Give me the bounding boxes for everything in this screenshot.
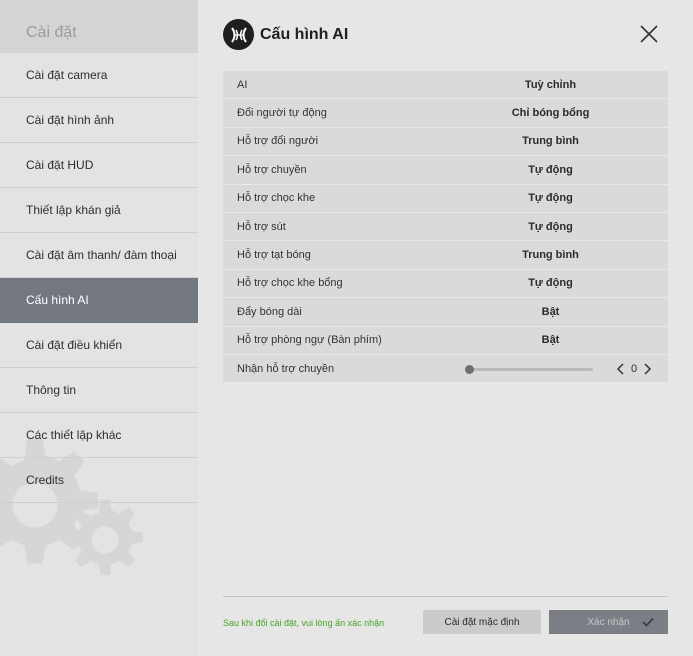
- setting-row-cross-assist: Hỗ trợ tạt bóng Trung bình: [223, 241, 668, 270]
- setting-row-long-push: Đẩy bóng dài Bật: [223, 298, 668, 327]
- setting-row-switch-assist: Hỗ trợ đổi người Trung bình: [223, 127, 668, 157]
- stepper-value: 0: [630, 362, 638, 375]
- sidebar-item-info[interactable]: Thông tin: [0, 368, 198, 413]
- sidebar-item-label: Thiết lập khán giả: [26, 203, 121, 217]
- default-settings-button[interactable]: Cài đặt mặc định: [423, 610, 541, 634]
- setting-row-pass-assist: Hỗ trợ chuyền Tự động: [223, 156, 668, 185]
- sidebar-item-credits[interactable]: Credits: [0, 458, 198, 503]
- page-title: Cấu hình AI: [260, 25, 349, 43]
- setting-label: Hỗ trợ chuyền: [237, 163, 307, 176]
- setting-label: Đẩy bóng dài: [237, 305, 302, 318]
- setting-label: AI: [237, 78, 248, 91]
- setting-row-through-assist: Hỗ trợ chọc khe Tự động: [223, 184, 668, 213]
- setting-value[interactable]: Trung bình: [493, 135, 668, 147]
- sidebar-item-ai-config[interactable]: Cấu hình AI: [0, 278, 198, 323]
- setting-row-shot-assist: Hỗ trợ sút Tự động: [223, 212, 668, 242]
- sidebar-item-label: Cài đặt HUD: [26, 158, 94, 172]
- receive-pass-slider[interactable]: [465, 364, 593, 374]
- gear-icon: [67, 499, 143, 576]
- setting-value[interactable]: Bật: [493, 334, 668, 346]
- sidebar-item-label: Cấu hình AI: [26, 293, 89, 307]
- setting-value[interactable]: Bật: [493, 306, 668, 318]
- chevron-right-icon[interactable]: [641, 362, 653, 376]
- sidebar-item-label: Cài đặt điều khiển: [26, 338, 123, 352]
- chevron-left-icon[interactable]: [615, 362, 627, 376]
- settings-table: AI Tuỳ chỉnh Đổi người tự động Chỉ bóng bổ…: [223, 71, 668, 384]
- setting-value[interactable]: Chỉ bóng bổng: [493, 107, 668, 119]
- setting-label: Đổi người tự động: [237, 107, 327, 120]
- close-icon: [640, 25, 658, 43]
- setting-row-lob-through-assist: Hỗ trợ chọc khe bổng Tự động: [223, 269, 668, 299]
- slider-knob[interactable]: [465, 364, 474, 374]
- confirm-button[interactable]: Xác nhận: [549, 610, 668, 634]
- sidebar-item-audio[interactable]: Cài đặt âm thanh/ đàm thoại: [0, 233, 198, 278]
- sidebar-item-controls[interactable]: Cài đặt điều khiển: [0, 323, 198, 368]
- setting-label: Hỗ trợ đổi người: [237, 135, 319, 148]
- footer-divider: [223, 596, 668, 597]
- receive-pass-stepper: 0: [615, 362, 653, 376]
- panel-header: Cấu hình AI: [223, 19, 348, 50]
- sidebar-item-label: Các thiết lập khác: [26, 428, 122, 442]
- sidebar-item-label: Cài đặt âm thanh/ đàm thoại: [26, 248, 177, 262]
- sidebar-item-camera[interactable]: Cài đặt camera: [0, 53, 198, 98]
- sidebar-item-graphics[interactable]: Cài đặt hình ảnh: [0, 98, 198, 143]
- sidebar-item-label: Thông tin: [26, 383, 77, 397]
- sidebar-item-audience[interactable]: Thiết lập khán giả: [0, 188, 198, 233]
- sidebar-item-hud[interactable]: Cài đặt HUD: [0, 143, 198, 188]
- sidebar-menu: Cài đặt camera Cài đặt hình ảnh Cài đặt …: [0, 53, 198, 503]
- sidebar-item-label: Cài đặt camera: [26, 68, 108, 82]
- setting-value[interactable]: Trung bình: [493, 249, 668, 261]
- sidebar-item-label: Credits: [26, 473, 65, 487]
- button-label: Cài đặt mặc định: [444, 616, 520, 628]
- setting-value[interactable]: Tự động: [493, 277, 668, 289]
- setting-row-ai: AI Tuỳ chỉnh: [223, 71, 668, 100]
- button-label: Xác nhận: [587, 616, 630, 628]
- setting-label: Hỗ trợ phòng ngự (Bàn phím): [237, 334, 382, 347]
- setting-label: Hỗ trợ tạt bóng: [237, 249, 311, 262]
- check-icon: [642, 617, 654, 627]
- setting-label: Hỗ trợ sút: [237, 220, 286, 233]
- sidebar-item-label: Cài đặt hình ảnh: [26, 113, 115, 127]
- setting-label: Hỗ trợ chọc khe bổng: [237, 277, 343, 290]
- close-button[interactable]: [639, 24, 659, 44]
- sidebar-header: Cài đặt: [0, 0, 198, 53]
- setting-label: Nhận hỗ trợ chuyền: [237, 362, 335, 375]
- setting-label: Hỗ trợ chọc khe: [237, 192, 316, 205]
- setting-row-auto-switch: Đổi người tự động Chỉ bóng bổng: [223, 99, 668, 128]
- ai-logo-icon: [223, 19, 254, 50]
- setting-value[interactable]: Tuỳ chỉnh: [493, 79, 668, 91]
- sidebar: Cài đặt Cài đặt camera Cài đặt hình ảnh …: [0, 0, 198, 656]
- footer-note: Sau khi đổi cài đặt, vui lòng ấn xác nhậ…: [223, 618, 385, 628]
- setting-value[interactable]: Tự động: [493, 164, 668, 176]
- setting-row-receive-pass: Nhận hỗ trợ chuyền 0: [223, 354, 668, 384]
- setting-value[interactable]: Tự động: [493, 192, 668, 204]
- setting-value[interactable]: Tự động: [493, 221, 668, 233]
- setting-row-defense-assist: Hỗ trợ phòng ngự (Bàn phím) Bật: [223, 326, 668, 355]
- sidebar-item-other[interactable]: Các thiết lập khác: [0, 413, 198, 458]
- main-panel: Cấu hình AI AI Tuỳ chỉnh Đổi người tự độn…: [198, 0, 693, 656]
